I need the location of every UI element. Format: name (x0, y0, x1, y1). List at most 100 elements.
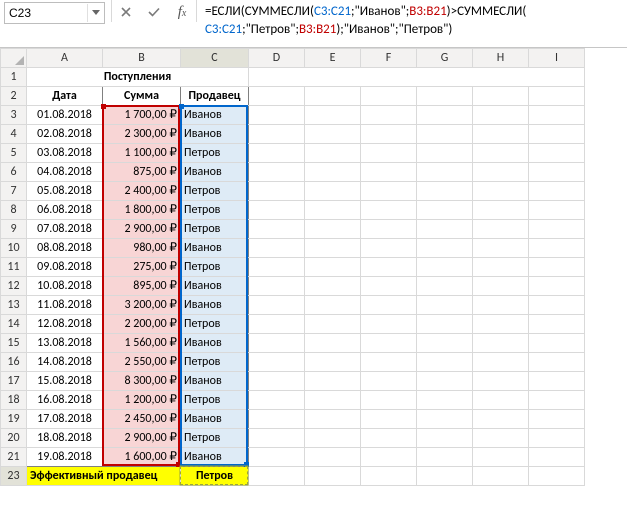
cell[interactable] (473, 144, 529, 163)
cell[interactable] (529, 106, 585, 125)
col-header[interactable]: H (473, 49, 529, 68)
cell-header-seller[interactable]: Продавец (181, 87, 249, 106)
cell[interactable] (529, 87, 585, 106)
cell[interactable] (361, 315, 417, 334)
cell[interactable] (249, 201, 305, 220)
row-header[interactable]: 10 (1, 239, 27, 258)
cell-amount[interactable]: 980,00 ₽ (103, 239, 181, 258)
cell[interactable] (417, 87, 473, 106)
cell[interactable] (361, 144, 417, 163)
cell[interactable] (249, 296, 305, 315)
cell[interactable] (249, 68, 585, 87)
cell-seller[interactable]: Иванов (181, 410, 249, 429)
cell[interactable] (473, 296, 529, 315)
row-header[interactable]: 18 (1, 391, 27, 410)
cell-seller[interactable]: Иванов (181, 296, 249, 315)
cell[interactable] (249, 220, 305, 239)
cell[interactable] (529, 201, 585, 220)
cell-seller[interactable]: Петров (181, 144, 249, 163)
cell[interactable] (361, 239, 417, 258)
cell-date[interactable]: 17.08.2018 (27, 410, 103, 429)
col-header[interactable]: F (361, 49, 417, 68)
cell-amount[interactable]: 8 300,00 ₽ (103, 372, 181, 391)
cell[interactable] (305, 163, 361, 182)
row-header[interactable]: 20 (1, 429, 27, 448)
cell[interactable] (417, 258, 473, 277)
cell[interactable] (529, 239, 585, 258)
cell[interactable] (305, 239, 361, 258)
cell-seller[interactable]: Петров (181, 391, 249, 410)
cell[interactable] (249, 182, 305, 201)
cell[interactable] (249, 106, 305, 125)
cell-amount[interactable]: 2 400,00 ₽ (103, 182, 181, 201)
cell-date[interactable]: 11.08.2018 (27, 296, 103, 315)
col-header[interactable]: G (417, 49, 473, 68)
cell-seller[interactable]: Иванов (181, 239, 249, 258)
row-header[interactable]: 9 (1, 220, 27, 239)
row-header[interactable]: 15 (1, 334, 27, 353)
cell[interactable] (249, 144, 305, 163)
cell[interactable] (249, 353, 305, 372)
col-header[interactable]: B (103, 49, 181, 68)
cell[interactable] (305, 258, 361, 277)
cell[interactable] (305, 372, 361, 391)
cell[interactable] (417, 163, 473, 182)
cell[interactable] (249, 277, 305, 296)
cell-amount[interactable]: 1 800,00 ₽ (103, 201, 181, 220)
cell-amount[interactable]: 1 100,00 ₽ (103, 144, 181, 163)
cell[interactable] (473, 410, 529, 429)
cell[interactable] (529, 372, 585, 391)
cell-date[interactable]: 07.08.2018 (27, 220, 103, 239)
col-header[interactable]: C (181, 49, 249, 68)
cell-seller[interactable]: Иванов (181, 106, 249, 125)
cell[interactable] (249, 163, 305, 182)
cell[interactable] (361, 448, 417, 467)
cell[interactable] (473, 106, 529, 125)
cell[interactable] (473, 163, 529, 182)
cell[interactable] (529, 163, 585, 182)
cell[interactable] (361, 182, 417, 201)
cell[interactable] (305, 334, 361, 353)
cell[interactable] (529, 391, 585, 410)
cell[interactable] (361, 277, 417, 296)
cell[interactable] (473, 467, 529, 486)
cell[interactable] (473, 429, 529, 448)
cell-amount[interactable]: 1 200,00 ₽ (103, 391, 181, 410)
cell[interactable] (417, 334, 473, 353)
cell[interactable] (361, 220, 417, 239)
select-all-corner[interactable] (1, 49, 27, 68)
cell-date[interactable]: 09.08.2018 (27, 258, 103, 277)
cell[interactable] (249, 239, 305, 258)
cell-amount[interactable]: 895,00 ₽ (103, 277, 181, 296)
cell[interactable] (361, 467, 417, 486)
cell-seller[interactable]: Иванов (181, 163, 249, 182)
cell[interactable] (249, 258, 305, 277)
cell[interactable] (529, 182, 585, 201)
cell[interactable] (305, 391, 361, 410)
cell-date[interactable]: 10.08.2018 (27, 277, 103, 296)
cell[interactable] (361, 125, 417, 144)
cell[interactable] (529, 125, 585, 144)
cell-seller[interactable]: Иванов (181, 334, 249, 353)
cell[interactable] (473, 277, 529, 296)
row-header[interactable]: 6 (1, 163, 27, 182)
cell[interactable] (529, 315, 585, 334)
col-header[interactable]: A (27, 49, 103, 68)
cell[interactable] (249, 467, 305, 486)
row-header[interactable]: 7 (1, 182, 27, 201)
cell[interactable] (305, 410, 361, 429)
cell-seller[interactable]: Петров (181, 315, 249, 334)
row-header[interactable]: 17 (1, 372, 27, 391)
cell-date[interactable]: 05.08.2018 (27, 182, 103, 201)
cell[interactable] (417, 296, 473, 315)
cell[interactable] (529, 448, 585, 467)
cell[interactable] (417, 239, 473, 258)
cell-amount[interactable]: 2 550,00 ₽ (103, 353, 181, 372)
cell[interactable] (305, 220, 361, 239)
cell[interactable] (529, 353, 585, 372)
cell[interactable] (473, 391, 529, 410)
cell[interactable] (529, 334, 585, 353)
cell[interactable] (305, 448, 361, 467)
cell[interactable] (417, 144, 473, 163)
cell[interactable] (473, 448, 529, 467)
